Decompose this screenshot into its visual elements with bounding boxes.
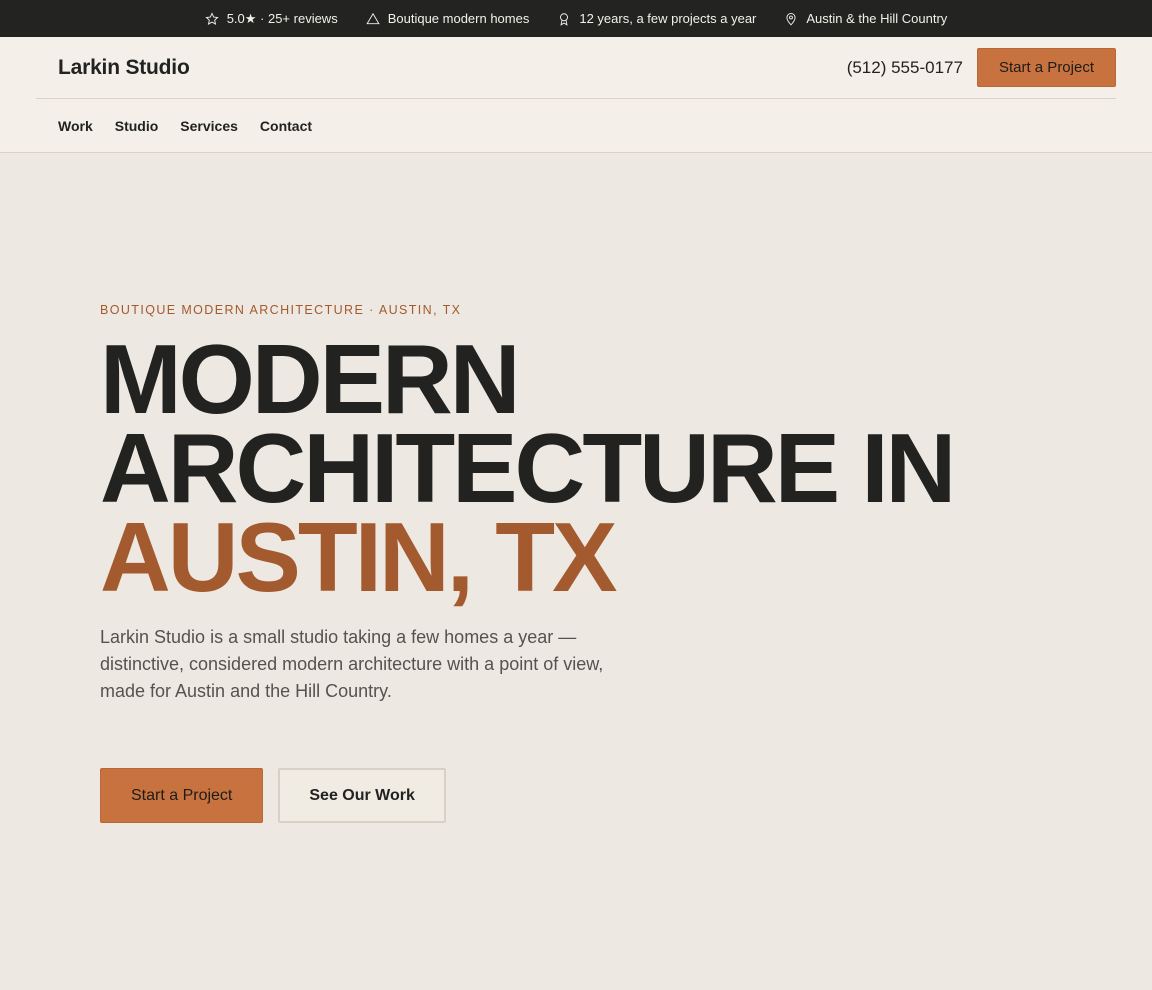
nav-item-services[interactable]: Services <box>180 118 238 134</box>
specialty-text: Boutique modern homes <box>387 11 530 26</box>
main-nav: Work Studio Services Contact <box>0 99 1152 152</box>
nav-item-contact[interactable]: Contact <box>260 118 312 134</box>
see-our-work-button[interactable]: See Our Work <box>278 768 446 823</box>
rating-item: 5.0★ · 25+ reviews <box>205 11 338 27</box>
header-main-row: Larkin Studio (512) 555-0177 Start a Pro… <box>36 37 1116 99</box>
header-actions: (512) 555-0177 Start a Project <box>847 48 1116 87</box>
headline-line-1: MODERN <box>100 324 521 434</box>
specialty-item: Boutique modern homes <box>366 11 530 26</box>
header-start-project-button[interactable]: Start a Project <box>976 48 1116 87</box>
award-icon <box>560 12 569 26</box>
brand-logo[interactable]: Larkin Studio <box>58 56 190 80</box>
star-icon <box>205 11 219 25</box>
experience-item: 12 years, a few projects a year <box>557 11 756 26</box>
phone-link[interactable]: (512) 555-0177 <box>847 58 963 78</box>
nav-item-work[interactable]: Work <box>58 118 93 134</box>
hero-cta-row: Start a Project See Our Work <box>100 768 1152 823</box>
hero-start-project-button[interactable]: Start a Project <box>100 768 264 823</box>
location-item: Austin & the Hill Country <box>784 11 947 26</box>
location-text: Austin & the Hill Country <box>806 11 948 26</box>
headline-accent: AUSTIN, TX <box>100 502 617 612</box>
headline-line-2: ARCHITECTURE IN <box>100 413 956 523</box>
map-pin-icon <box>786 12 796 26</box>
hero-headline: MODERN ARCHITECTURE IN AUSTIN, TX <box>100 324 1152 612</box>
hero-description: Larkin Studio is a small studio taking a… <box>100 627 604 701</box>
hero-section: BOUTIQUE MODERN ARCHITECTURE · AUSTIN, T… <box>0 153 1152 823</box>
nav-item-studio[interactable]: Studio <box>115 118 159 134</box>
experience-text: 12 years, a few projects a year <box>579 11 757 26</box>
rating-text: 5.0★ · 25+ reviews <box>226 10 338 26</box>
top-info-bar: 5.0★ · 25+ reviews Boutique modern homes… <box>0 0 1152 37</box>
hero-eyebrow: BOUTIQUE MODERN ARCHITECTURE · AUSTIN, T… <box>100 303 462 317</box>
site-header: Larkin Studio (512) 555-0177 Start a Pro… <box>0 37 1152 153</box>
triangle-icon <box>366 12 380 24</box>
